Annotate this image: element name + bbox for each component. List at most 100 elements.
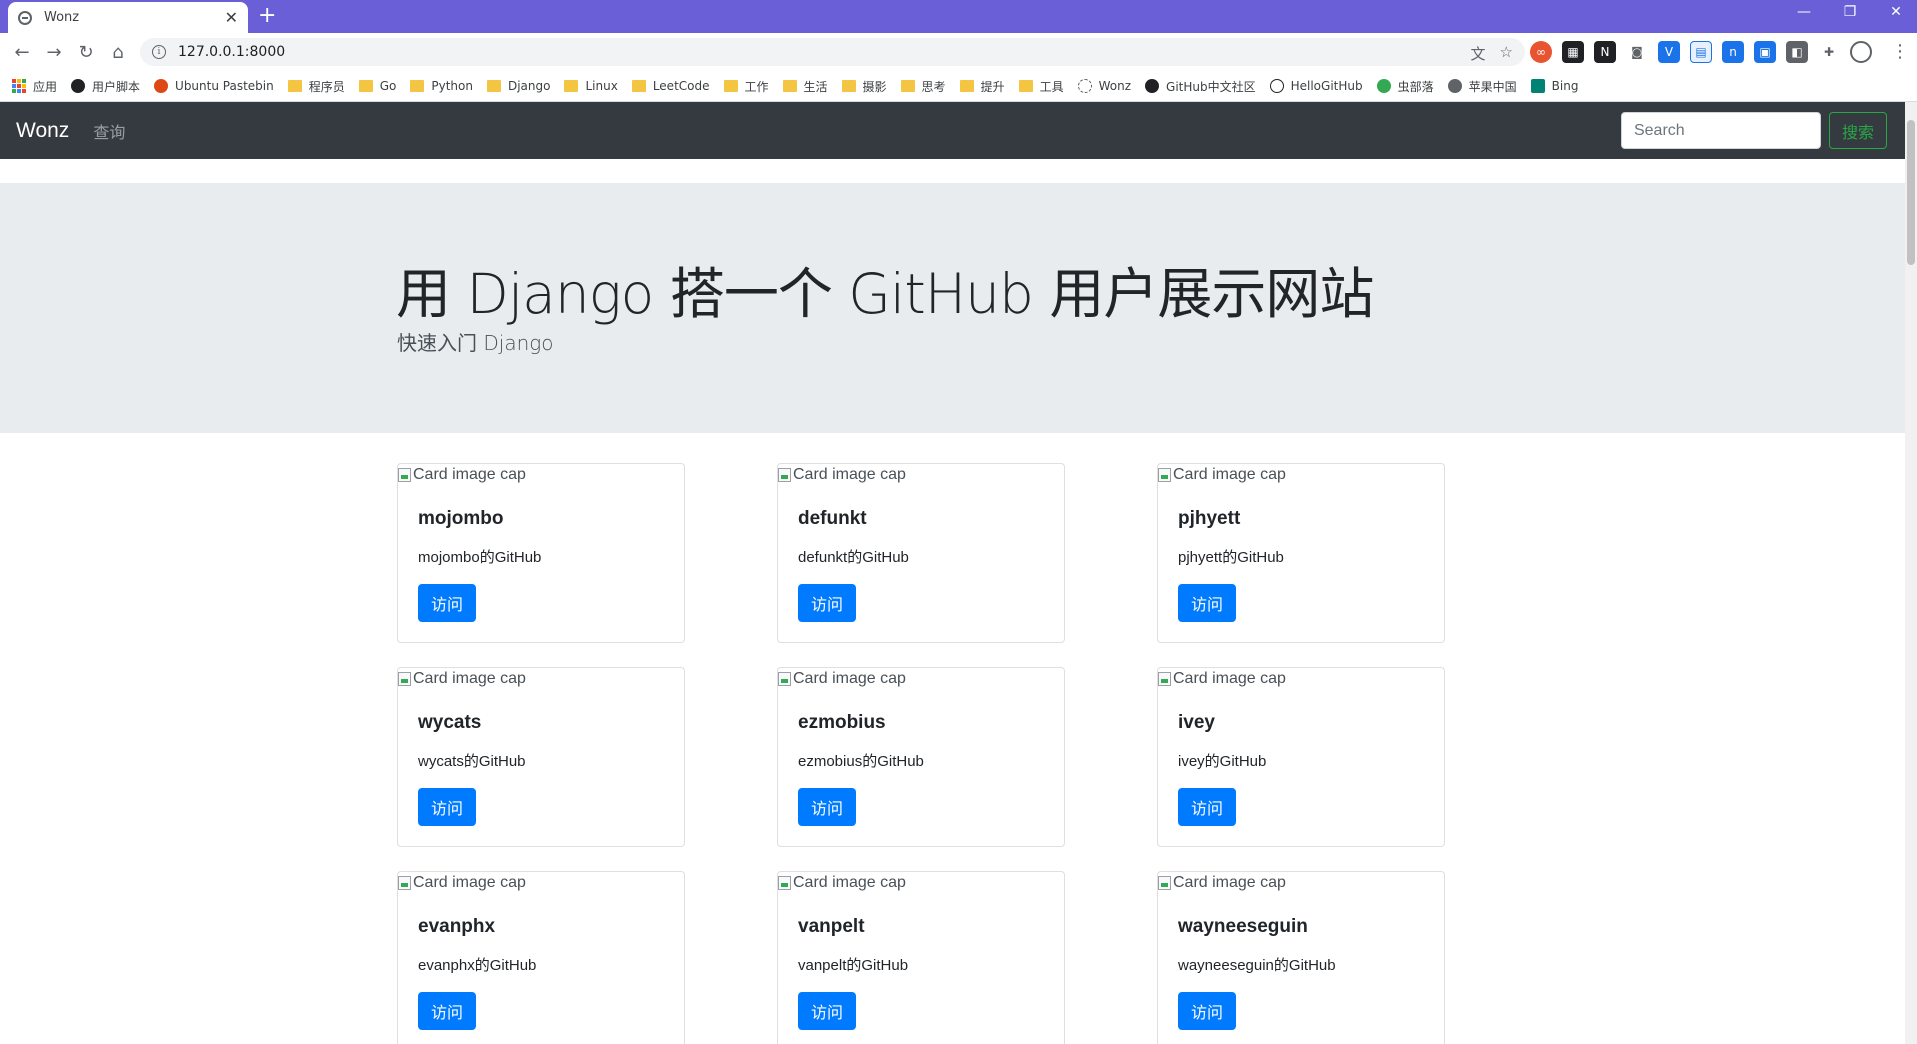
scrollbar-thumb[interactable] xyxy=(1907,120,1915,265)
card-image: Card image cap xyxy=(398,670,526,688)
card-text: pjhyett的GitHub xyxy=(1178,549,1284,566)
page-viewport: Wonz 查询 搜索 用 Django 搭一个 GitHub 用户展示网站 快速… xyxy=(0,102,1905,1044)
card-title: wycats xyxy=(418,712,482,733)
visit-button[interactable]: 访问 xyxy=(1178,788,1237,826)
page-scrollbar[interactable] xyxy=(1905,102,1917,1044)
reload-icon[interactable]: ↻ xyxy=(70,36,102,68)
visit-button[interactable]: 访问 xyxy=(798,788,857,826)
folder-icon xyxy=(564,80,579,92)
user-card: Card image cap defunkt defunkt的GitHub 访问 xyxy=(777,463,1065,643)
bookmark-folder[interactable]: Python xyxy=(410,79,473,93)
extensions-bar: ∞ ▦ N ◙ V ▤ n ▣ ◧ ✚ xyxy=(1530,41,1872,63)
folder-icon xyxy=(841,80,856,92)
bing-icon xyxy=(1530,79,1545,93)
extension-icon[interactable]: V xyxy=(1658,41,1680,63)
card-title: ezmobius xyxy=(798,712,886,733)
visit-button[interactable]: 访问 xyxy=(798,584,857,622)
extension-icon[interactable]: n xyxy=(1722,41,1744,63)
nav-link-query[interactable]: 查询 xyxy=(93,119,125,143)
folder-icon xyxy=(1018,80,1033,92)
card-title: pjhyett xyxy=(1178,508,1241,529)
puzzle-icon[interactable]: ✚ xyxy=(1818,41,1840,63)
save-icon[interactable]: ▣ xyxy=(1754,41,1776,63)
bookmark-star-icon[interactable]: ☆ xyxy=(1500,43,1513,64)
browser-tab[interactable]: Wonz ✕ xyxy=(8,2,248,33)
back-icon[interactable]: ← xyxy=(6,36,38,68)
restore-icon[interactable]: ❐ xyxy=(1835,4,1865,20)
close-window-icon[interactable]: ✕ xyxy=(1881,4,1911,20)
translate-icon[interactable]: 文 xyxy=(1471,43,1486,64)
card-title: defunkt xyxy=(798,508,867,529)
folder-icon xyxy=(631,80,646,92)
bookmark-item[interactable]: 用户脚本 xyxy=(71,78,140,95)
broken-image-icon xyxy=(1158,876,1171,890)
card-title: wayneeseguin xyxy=(1178,916,1308,937)
bookmark-folder[interactable]: LeetCode xyxy=(631,79,710,93)
visit-button[interactable]: 访问 xyxy=(1178,992,1237,1030)
page-title: 用 Django 搭一个 GitHub 用户展示网站 xyxy=(396,262,1374,326)
apps-grid-icon xyxy=(12,79,26,93)
card-text: wycats的GitHub xyxy=(418,753,526,770)
home-icon[interactable]: ⌂ xyxy=(102,36,134,68)
bookmark-folder[interactable]: Linux xyxy=(564,79,618,93)
userscript-icon xyxy=(71,79,86,93)
notion-icon[interactable]: N xyxy=(1594,41,1616,63)
bookmark-item[interactable]: HelloGitHub xyxy=(1269,79,1363,93)
bookmark-item[interactable]: Wonz xyxy=(1077,79,1131,93)
bookmark-item[interactable]: GitHub中文社区 xyxy=(1145,78,1256,95)
forward-icon[interactable]: → xyxy=(38,36,70,68)
visit-button[interactable]: 访问 xyxy=(1178,584,1237,622)
search-button[interactable]: 搜索 xyxy=(1828,112,1887,149)
search-input[interactable] xyxy=(1620,112,1821,149)
extension-icon[interactable]: ◧ xyxy=(1786,41,1808,63)
folder-icon xyxy=(287,80,302,92)
bookmark-folder[interactable]: 程序员 xyxy=(287,78,345,95)
user-card: Card image cap vanpelt vanpelt的GitHub 访问 xyxy=(777,871,1065,1044)
bookmark-folder[interactable]: 工作 xyxy=(723,78,769,95)
browser-tab-bar: Wonz ✕ + — ❐ ✕ xyxy=(0,0,1917,33)
visit-button[interactable]: 访问 xyxy=(418,788,477,826)
broken-image-icon xyxy=(398,468,411,482)
profile-icon[interactable] xyxy=(1850,41,1872,63)
minimize-icon[interactable]: — xyxy=(1789,4,1819,20)
card-text: defunkt的GitHub xyxy=(798,549,909,566)
loading-icon xyxy=(1077,79,1092,93)
bookmark-item[interactable]: 虫部落 xyxy=(1376,78,1434,95)
bookmark-apps[interactable]: 应用 xyxy=(12,78,57,95)
browser-toolbar: ← → ↻ ⌂ i 127.0.0.1:8000 文 ☆ ∞ ▦ N ◙ V ▤… xyxy=(0,33,1917,71)
tab-title: Wonz xyxy=(44,10,80,25)
bookmark-folder[interactable]: Go xyxy=(358,79,396,93)
new-tab-icon[interactable]: + xyxy=(258,3,276,28)
bookmark-folder[interactable]: 提升 xyxy=(959,78,1005,95)
info-icon[interactable]: i xyxy=(152,45,166,59)
extension-icon[interactable]: ▦ xyxy=(1562,41,1584,63)
bookmark-item[interactable]: Bing xyxy=(1530,79,1578,93)
bookmark-folder[interactable]: Django xyxy=(486,79,550,93)
bookmark-item[interactable]: 苹果中国 xyxy=(1447,78,1517,95)
broken-image-icon xyxy=(778,672,791,686)
menu-icon[interactable]: ⋮ xyxy=(1891,41,1909,62)
visit-button[interactable]: 访问 xyxy=(798,992,857,1030)
visit-button[interactable]: 访问 xyxy=(418,992,477,1030)
bookmark-folder[interactable]: 思考 xyxy=(900,78,946,95)
visit-button[interactable]: 访问 xyxy=(418,584,477,622)
folder-icon xyxy=(959,80,974,92)
card-image: Card image cap xyxy=(398,874,526,892)
card-title: ivey xyxy=(1178,712,1215,733)
camera-icon[interactable]: ◙ xyxy=(1626,41,1648,63)
bookmark-folder[interactable]: 工具 xyxy=(1018,78,1064,95)
navbar-brand[interactable]: Wonz xyxy=(16,119,69,143)
bookmark-item[interactable]: Ubuntu Pastebin xyxy=(154,79,274,93)
user-card: Card image cap wayneeseguin wayneeseguin… xyxy=(1157,871,1445,1044)
extension-icon[interactable]: ∞ xyxy=(1530,41,1552,63)
broken-image-icon xyxy=(1158,468,1171,482)
bookmark-folder[interactable]: 生活 xyxy=(782,78,828,95)
address-bar[interactable]: i 127.0.0.1:8000 文 ☆ xyxy=(140,38,1525,66)
card-image: Card image cap xyxy=(778,874,906,892)
url-text: 127.0.0.1:8000 xyxy=(178,44,286,60)
user-card: Card image cap wycats wycats的GitHub 访问 xyxy=(397,667,685,847)
bookmark-folder[interactable]: 摄影 xyxy=(841,78,887,95)
close-tab-icon[interactable]: ✕ xyxy=(225,8,238,27)
user-card: Card image cap mojombo mojombo的GitHub 访问 xyxy=(397,463,685,643)
extension-icon[interactable]: ▤ xyxy=(1690,41,1712,63)
